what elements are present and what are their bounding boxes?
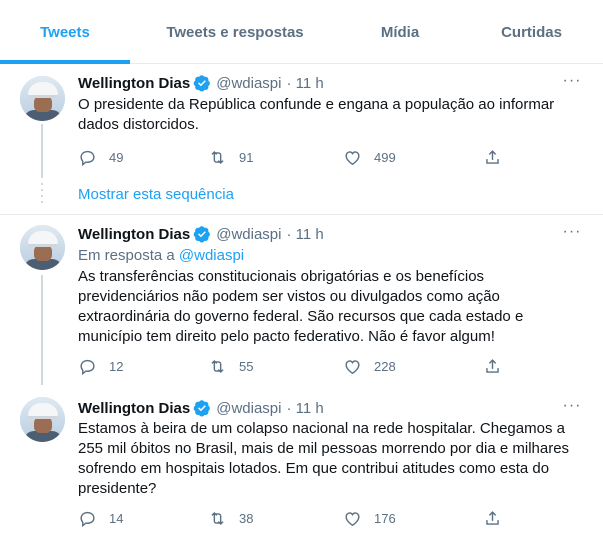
reply-icon: [80, 150, 95, 166]
retweet-count: 91: [239, 149, 254, 165]
more-icon[interactable]: ···: [560, 73, 584, 95]
retweet-icon: [211, 359, 224, 373]
avatar[interactable]: [20, 225, 65, 270]
more-icon[interactable]: ···: [560, 398, 584, 420]
avatar[interactable]: [20, 397, 65, 442]
tab-media[interactable]: Mídia: [340, 0, 460, 64]
reply-icon: [80, 359, 95, 375]
author-handle[interactable]: @wdiaspi: [216, 226, 281, 243]
reply-count: 14: [109, 510, 124, 526]
tab-likes[interactable]: Curtidas: [460, 0, 603, 64]
reply-count: 49: [109, 149, 124, 165]
like-button[interactable]: 228: [343, 355, 396, 377]
tweet[interactable]: Wellington Dias @wdiaspi · 11 h ··· Esta…: [0, 385, 603, 541]
more-icon[interactable]: ···: [560, 224, 584, 246]
reply-button[interactable]: 49: [78, 146, 123, 168]
reply-to-prefix: Em resposta a: [78, 247, 175, 264]
show-thread-link[interactable]: Mostrar esta sequência: [78, 186, 234, 203]
tweet-header: Wellington Dias @wdiaspi · 11 h: [78, 398, 324, 418]
author-handle[interactable]: @wdiaspi: [216, 75, 281, 92]
author-name[interactable]: Wellington Dias: [78, 75, 190, 92]
share-icon: [486, 358, 499, 373]
retweet-count: 38: [239, 510, 254, 526]
thread-dots: [41, 183, 43, 203]
like-button[interactable]: 176: [343, 507, 396, 529]
like-count: 176: [374, 510, 396, 526]
like-count: 228: [374, 358, 396, 374]
retweet-icon: [211, 511, 224, 525]
author-handle[interactable]: @wdiaspi: [216, 400, 281, 417]
thread-line: [41, 124, 43, 178]
verified-badge-icon: [193, 399, 211, 417]
author-name[interactable]: Wellington Dias: [78, 226, 190, 243]
share-button[interactable]: [483, 355, 502, 377]
share-button[interactable]: [483, 146, 502, 168]
verified-badge-icon: [193, 225, 211, 243]
tweet-time[interactable]: · 11 h: [287, 75, 324, 92]
share-icon: [486, 149, 499, 164]
tweet-header: Wellington Dias @wdiaspi · 11 h: [78, 73, 324, 93]
share-icon: [486, 510, 499, 525]
retweet-button[interactable]: 38: [208, 507, 253, 529]
profile-tabs: Tweets Tweets e respostas Mídia Curtidas: [0, 0, 603, 64]
tweet-time[interactable]: · 11 h: [287, 226, 324, 243]
like-icon: [345, 511, 360, 526]
tweet[interactable]: Wellington Dias @wdiaspi · 11 h ··· O pr…: [0, 64, 603, 178]
tweet-text: O presidente da República confunde e eng…: [78, 96, 555, 133]
like-icon: [345, 150, 360, 165]
retweet-button[interactable]: 91: [208, 146, 253, 168]
tweet-time[interactable]: · 11 h: [287, 400, 324, 417]
tab-tweets-and-replies[interactable]: Tweets e respostas: [130, 0, 340, 64]
reply-to-handle[interactable]: @wdiaspi: [179, 247, 244, 264]
reply-to-line: Em resposta a @wdiaspi: [78, 247, 244, 264]
tweet-text: Estamos à beira de um colapso nacional n…: [78, 420, 570, 497]
like-count: 499: [374, 149, 396, 165]
reply-icon: [80, 511, 95, 527]
like-icon: [345, 359, 360, 374]
retweet-button[interactable]: 55: [208, 355, 253, 377]
reply-button[interactable]: 14: [78, 507, 123, 529]
thread-line: [41, 275, 43, 385]
tweet[interactable]: Wellington Dias @wdiaspi · 11 h ··· Em r…: [0, 215, 603, 385]
share-button[interactable]: [483, 507, 502, 529]
author-name[interactable]: Wellington Dias: [78, 400, 190, 417]
like-button[interactable]: 499: [343, 146, 396, 168]
retweet-count: 55: [239, 358, 254, 374]
reply-button[interactable]: 12: [78, 355, 123, 377]
reply-count: 12: [109, 358, 124, 374]
tab-tweets[interactable]: Tweets: [0, 0, 130, 64]
avatar[interactable]: [20, 76, 65, 121]
tweet-text: As transferências constitucionais obriga…: [78, 268, 524, 345]
tweet-header: Wellington Dias @wdiaspi · 11 h: [78, 224, 324, 244]
retweet-icon: [211, 150, 224, 164]
verified-badge-icon: [193, 74, 211, 92]
